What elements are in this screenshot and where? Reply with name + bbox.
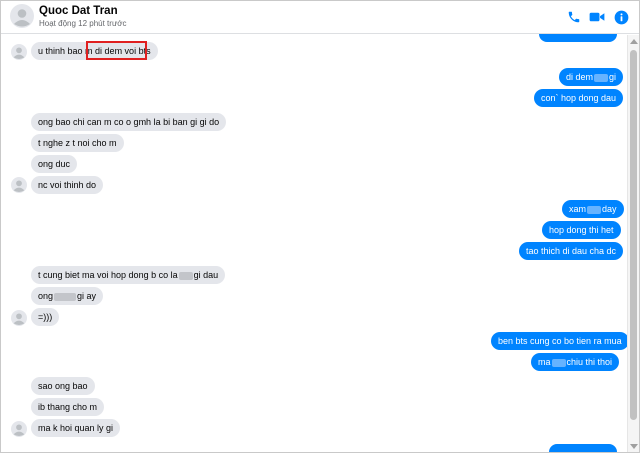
message-bubble-incoming[interactable]: sao ong bao [31,377,95,395]
message-bubble-outgoing[interactable] [549,444,617,452]
message-bubble-incoming[interactable]: ma k hoi quan ly gi [31,419,121,437]
message-bubble-incoming[interactable]: nc voi thinh do [31,176,104,194]
message-bubble-outgoing[interactable]: hop dong thi het [542,221,621,239]
phone-icon[interactable] [563,6,585,28]
scrollbar-thumb[interactable] [630,50,637,420]
sender-avatar[interactable] [11,421,27,437]
message-bubble-outgoing[interactable]: tao thich di dau cha dc [519,242,624,260]
redacted-text [594,73,609,82]
message-text: con` hop dong dau [541,93,617,103]
sender-avatar[interactable] [11,310,27,326]
message-text: sao ong bao [38,381,88,391]
message-bubble-incoming[interactable]: ong bao chi can m co o gmh la bi ban gi … [31,113,227,131]
contact-avatar[interactable] [10,4,34,28]
info-icon[interactable] [610,6,632,28]
message-bubble-outgoing[interactable]: xam day [562,200,624,218]
scroll-down-arrow-icon[interactable] [630,444,638,449]
chat-header: Quoc Dat Tran Hoạt động 12 phút trước [1,1,639,34]
redacted-text [54,292,77,301]
contact-name[interactable]: Quoc Dat Tran [39,5,118,17]
message-bubble-outgoing[interactable]: di dem gi [559,68,624,86]
message-text: hop dong thi het [549,225,614,235]
message-bubble-incoming[interactable]: t nghe z t noi cho m [31,134,124,152]
message-text: t cung biet ma voi hop dong b co la [38,270,178,280]
message-text: chiu thi thoi [566,357,613,367]
message-text: di dem [566,72,594,82]
message-bubble-outgoing[interactable]: con` hop dong dau [534,89,624,107]
message-text: xam [569,204,587,214]
redacted-text [551,358,566,367]
video-camera-icon[interactable] [586,6,608,28]
message-text: nc voi thinh do [38,180,97,190]
message-text: ben bts cung co bo tien ra mua [498,336,622,346]
message-bubble-outgoing[interactable]: ben bts cung co bo tien ra mua [491,332,629,350]
scroll-up-arrow-icon[interactable] [630,39,638,44]
message-text: day [602,204,617,214]
message-bubble-outgoing[interactable]: ma chiu thi thoi [531,353,620,371]
message-text: gi [609,72,617,82]
highlight-box [86,41,147,60]
messenger-window: Quoc Dat Tran Hoạt động 12 phút trước u … [0,0,640,453]
message-text: =))) [38,312,53,322]
scrollbar[interactable] [627,35,639,452]
message-text: gi ay [77,291,97,301]
message-bubble-outgoing[interactable] [539,34,617,42]
redacted-text [587,205,602,214]
message-text: ma k hoi quan ly gi [38,423,114,433]
message-text: ong duc [38,159,71,169]
message-text: ib thang cho m [38,402,98,412]
message-text: tao thich di dau cha dc [526,246,617,256]
redacted-text [178,271,193,280]
message-text: ong [38,291,54,301]
message-text: ong bao chi can m co o gmh la bi ban gi … [38,117,220,127]
message-bubble-incoming[interactable]: t cung biet ma voi hop dong b co la gi da… [31,266,226,284]
message-text: ma [538,357,551,367]
message-bubble-incoming[interactable]: =))) [31,308,60,326]
message-bubble-incoming[interactable]: ong gi ay [31,287,104,305]
message-text: t nghe z t noi cho m [38,138,117,148]
message-bubble-incoming[interactable]: ib thang cho m [31,398,105,416]
active-status: Hoạt động 12 phút trước [39,19,127,28]
message-text: gi dau [193,270,219,280]
message-bubble-incoming[interactable]: ong duc [31,155,78,173]
sender-avatar[interactable] [11,44,27,60]
sender-avatar[interactable] [11,177,27,193]
